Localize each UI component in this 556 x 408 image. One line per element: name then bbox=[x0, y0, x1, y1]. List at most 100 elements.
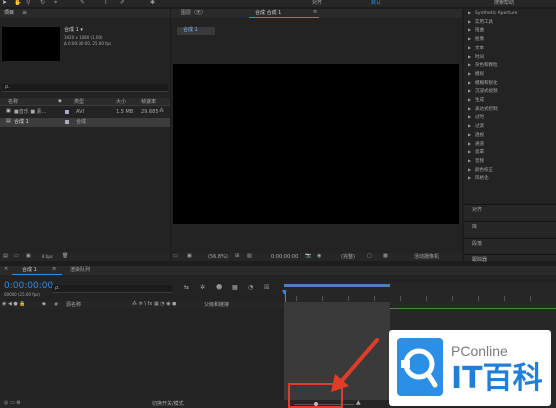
zoom-tool-icon[interactable]: ⚲ bbox=[26, 0, 30, 6]
side-panel-header[interactable]: 对齐 bbox=[464, 204, 556, 219]
expand-triangle-icon[interactable]: ▶ bbox=[468, 45, 471, 50]
viewer-menu-icon[interactable]: ≡ bbox=[313, 10, 317, 15]
snapshot-camera-icon[interactable]: 📷 bbox=[305, 254, 311, 259]
timeline-comp-tab[interactable]: 合成 1 bbox=[22, 268, 37, 273]
comp-mini-flowchart-icon[interactable]: ⇆ bbox=[184, 285, 189, 291]
expand-triangle-icon[interactable]: ▶ bbox=[468, 54, 471, 59]
col-fps[interactable]: 帧速率 bbox=[141, 100, 156, 105]
time-ruler[interactable]: ▼ bbox=[282, 282, 556, 302]
expand-triangle-icon[interactable]: ▶ bbox=[468, 19, 471, 24]
viewer-timecode[interactable]: 0:00:00:00 bbox=[271, 255, 298, 260]
project-row-2[interactable]: ▤ 合成 1 合成 bbox=[0, 118, 170, 127]
draft-3d-icon[interactable]: ✲ bbox=[200, 285, 205, 291]
parent-link-column[interactable]: 父级和链接 bbox=[204, 303, 229, 308]
expand-triangle-icon[interactable]: ▶ bbox=[468, 150, 471, 154]
project-tab[interactable]: 项目 bbox=[4, 11, 14, 16]
pin-tool-icon[interactable]: ✱ bbox=[150, 0, 155, 6]
expand-triangle-icon[interactable]: ▶ bbox=[468, 37, 471, 41]
comp-tab[interactable]: 合成 合成 1 bbox=[255, 11, 281, 16]
camera-view-dropdown[interactable]: 活动摄像机 bbox=[414, 255, 439, 260]
effects-category[interactable]: ▶ 过时 bbox=[464, 114, 556, 122]
project-row-1[interactable]: ▣ ■音乐 ■ 素... AVI 1.5 MB 29.685 ⁂ bbox=[0, 108, 170, 117]
grid-icon[interactable]: ⊞ bbox=[235, 254, 239, 259]
new-folder-icon[interactable]: ▭ bbox=[14, 254, 19, 259]
effects-category[interactable]: ▶ 颜色校正 bbox=[464, 167, 556, 175]
zoom-level[interactable]: (56.8%) bbox=[208, 255, 228, 260]
side-panel-header[interactable]: 库 bbox=[464, 221, 556, 236]
timeline-menu-icon[interactable]: ≡ bbox=[52, 267, 56, 272]
col-size[interactable]: 大小 bbox=[116, 100, 126, 105]
trash-icon[interactable]: 🗑 bbox=[62, 254, 68, 259]
close-icon[interactable]: × bbox=[4, 267, 8, 272]
expand-triangle-icon[interactable]: ▶ bbox=[468, 71, 471, 76]
timeline-search-input[interactable]: ρ. bbox=[55, 286, 60, 291]
bpc-label[interactable]: 8 bpc bbox=[42, 255, 53, 259]
effects-category[interactable]: ▶ 遮罩 bbox=[464, 149, 556, 157]
transparency-icon[interactable]: ▩ bbox=[383, 254, 388, 259]
layer-tab[interactable]: 图层（无） bbox=[181, 11, 206, 16]
project-menu-icon[interactable]: ≡ bbox=[22, 10, 27, 16]
expand-triangle-icon[interactable]: ▶ bbox=[468, 106, 471, 111]
effects-category[interactable]: ▶ 抠像 bbox=[464, 36, 556, 44]
expand-triangle-icon[interactable]: ▶ bbox=[468, 80, 471, 85]
search-help-label[interactable]: 搜索帮助 bbox=[494, 1, 514, 6]
col-name[interactable]: 名称 bbox=[8, 100, 18, 105]
rotate-tool-icon[interactable]: ↻ bbox=[40, 0, 45, 6]
expand-triangle-icon[interactable]: ▶ bbox=[468, 124, 471, 128]
effects-category[interactable]: ▶ 生成 bbox=[464, 97, 556, 105]
new-comp-icon[interactable]: ▣ bbox=[26, 254, 31, 259]
resolution-dropdown[interactable]: (完整) bbox=[341, 255, 355, 260]
expand-triangle-icon[interactable]: ▶ bbox=[468, 167, 471, 172]
effects-category[interactable]: ▶ 杂色和颗粒 bbox=[464, 62, 556, 70]
toggle-panes-icons[interactable]: ◎ ▭ ⚙ bbox=[4, 401, 21, 406]
expand-triangle-icon[interactable]: ▶ bbox=[468, 132, 471, 137]
timeline-search[interactable]: ρ. bbox=[52, 285, 172, 293]
channel-icon[interactable]: ◉ bbox=[317, 254, 321, 259]
source-name-column[interactable]: 源名称 bbox=[66, 303, 81, 308]
expand-triangle-icon[interactable]: ▶ bbox=[468, 28, 471, 32]
motion-blur-icon[interactable]: ◔ bbox=[248, 285, 253, 291]
always-preview-icon[interactable]: ▭ bbox=[173, 254, 178, 259]
pen-tool-icon[interactable]: ✎ bbox=[80, 0, 85, 6]
hand-tool-icon[interactable]: ✋ bbox=[14, 0, 21, 6]
camera-tool-icon[interactable]: ⌖ bbox=[54, 0, 57, 6]
project-search[interactable]: ρ. bbox=[2, 84, 168, 92]
workspace-default[interactable]: 默认 bbox=[371, 1, 381, 6]
effects-category[interactable]: ▶ 透视 bbox=[464, 132, 556, 140]
comp-name[interactable]: 合成 1 ▾ bbox=[64, 28, 83, 33]
toggle-switches-modes[interactable]: 切换开关/模式 bbox=[152, 402, 184, 407]
effects-category[interactable]: ▶ 扭曲 bbox=[464, 27, 556, 35]
effects-category[interactable]: ▶ 沉浸式视频 bbox=[464, 88, 556, 96]
side-panel-header[interactable]: 段落 bbox=[464, 238, 556, 253]
effects-category[interactable]: ▶ 实用工具 bbox=[464, 19, 556, 27]
mask-icon[interactable]: ▧ bbox=[247, 254, 252, 259]
region-icon[interactable]: ▢ bbox=[367, 254, 372, 259]
expand-triangle-icon[interactable]: ▶ bbox=[468, 158, 471, 163]
expand-triangle-icon[interactable]: ▶ bbox=[468, 115, 471, 119]
col-type[interactable]: 类型 bbox=[74, 100, 84, 105]
effects-category[interactable]: ▶ 时间 bbox=[464, 54, 556, 62]
composition-canvas[interactable] bbox=[173, 64, 459, 224]
render-queue-tab[interactable]: 渲染队列 bbox=[70, 268, 90, 273]
effects-category[interactable]: ▶ 过渡 bbox=[464, 123, 556, 131]
effects-category[interactable]: ▶ Synthetic Aperture bbox=[464, 10, 556, 18]
expand-triangle-icon[interactable]: ▶ bbox=[468, 176, 471, 180]
work-area-bar[interactable] bbox=[284, 284, 390, 287]
expand-triangle-icon[interactable]: ▶ bbox=[468, 11, 471, 15]
effects-category[interactable]: ▶ 模拟 bbox=[464, 71, 556, 79]
side-panel-header[interactable]: 跟踪器 bbox=[464, 254, 556, 263]
expand-triangle-icon[interactable]: ▶ bbox=[468, 89, 471, 93]
comp-breadcrumb[interactable]: 合成 1 bbox=[177, 27, 215, 35]
magnification-icon[interactable]: ▣ bbox=[187, 254, 192, 259]
graph-editor-icon[interactable]: ☒ bbox=[264, 285, 269, 291]
effects-category[interactable]: ▶ 表达式控制 bbox=[464, 106, 556, 114]
text-tool-icon[interactable]: T bbox=[104, 0, 108, 6]
effects-category[interactable]: ▶ 音频 bbox=[464, 158, 556, 166]
frame-blending-icon[interactable]: ▦ bbox=[232, 285, 238, 291]
select-tool-icon[interactable]: ➤ bbox=[2, 0, 7, 6]
align-label[interactable]: 对齐 bbox=[312, 1, 322, 6]
expand-triangle-icon[interactable]: ▶ bbox=[468, 98, 471, 102]
effects-category[interactable]: ▶ 文本 bbox=[464, 45, 556, 53]
effects-category[interactable]: ▶ 模糊和锐化 bbox=[464, 80, 556, 88]
effects-category[interactable]: ▶ 通道 bbox=[464, 141, 556, 149]
